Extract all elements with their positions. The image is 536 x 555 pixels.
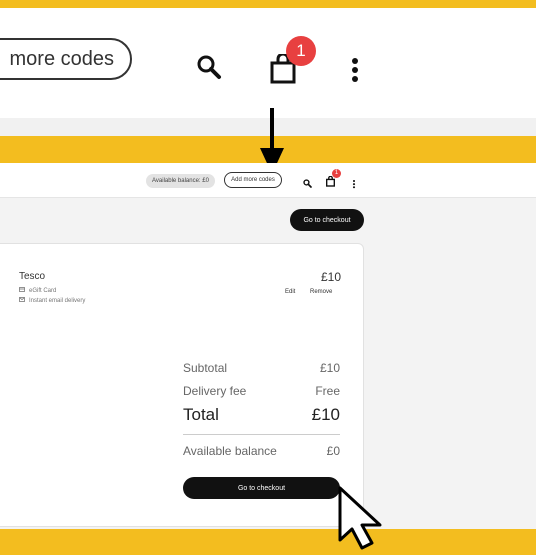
- subtotal-row: Subtotal £10: [183, 361, 340, 375]
- item-price: £10: [320, 270, 341, 284]
- item-name: Tesco: [19, 271, 46, 282]
- available-balance-row: Available balance £0: [183, 444, 340, 458]
- go-to-checkout-button-top[interactable]: Go to checkout: [290, 209, 364, 231]
- total-value: £10: [311, 405, 340, 424]
- mail-icon: [19, 297, 25, 304]
- search-icon[interactable]: [303, 175, 312, 193]
- item-delivery-label: Instant email delivery: [29, 297, 86, 304]
- add-more-codes-button[interactable]: Add more codes: [224, 172, 282, 188]
- delivery-fee-value: Free: [315, 384, 340, 398]
- top-navigation-bar: Available balance: £0 Add more codes 1: [0, 163, 536, 198]
- go-to-checkout-button[interactable]: Go to checkout: [183, 477, 340, 499]
- subtotal-label: Subtotal: [183, 361, 228, 375]
- item-type-label: eGift Card: [29, 287, 57, 294]
- add-more-codes-button-zoomed[interactable]: more codes: [0, 38, 132, 80]
- search-icon[interactable]: [196, 54, 222, 85]
- summary-divider: [183, 434, 340, 435]
- basket-card: Tesco £10 eGift Card Instant email deliv…: [0, 243, 364, 527]
- subtotal-value: £10: [319, 361, 340, 375]
- card-icon: [19, 287, 25, 294]
- add-more-codes-label-zoomed: more codes: [9, 47, 115, 70]
- cart-count-badge-zoomed: 1: [286, 36, 316, 66]
- checkout-screen: Available balance: £0 Add more codes 1 G…: [0, 163, 536, 529]
- item-type: eGift Card: [19, 287, 56, 294]
- total-row: Total £10: [183, 405, 340, 425]
- item-delivery: Instant email delivery: [19, 297, 85, 304]
- cart-count-badge: 1: [332, 169, 341, 178]
- delivery-fee-label: Delivery fee: [183, 384, 247, 398]
- more-vertical-icon[interactable]: [352, 176, 356, 194]
- total-label: Total: [183, 405, 219, 424]
- available-balance-chip: Available balance: £0: [146, 174, 215, 188]
- remove-item-link[interactable]: Remove: [310, 289, 332, 295]
- delivery-fee-row: Delivery fee Free: [183, 384, 340, 398]
- cursor-icon: [336, 484, 394, 555]
- available-balance-label: Available balance: [183, 444, 277, 458]
- edit-item-link[interactable]: Edit: [285, 289, 295, 295]
- more-vertical-icon[interactable]: [350, 58, 360, 89]
- available-balance-value: £0: [326, 444, 340, 458]
